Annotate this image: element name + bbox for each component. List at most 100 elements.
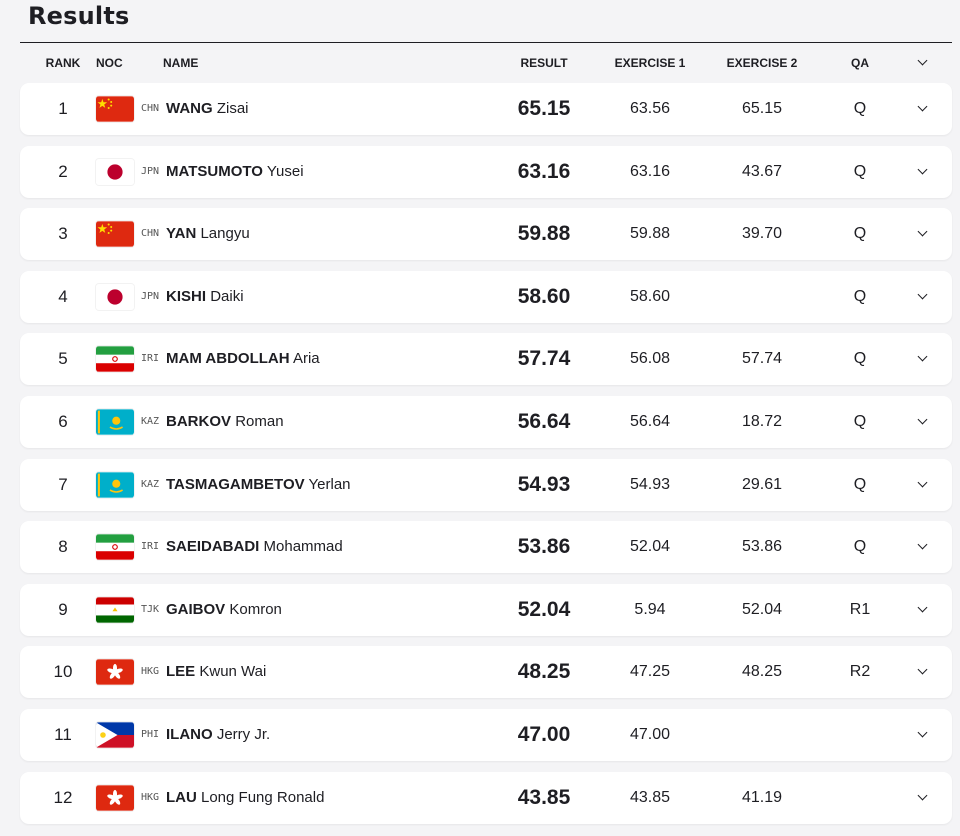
athlete-name[interactable]: WANG Zisai	[166, 100, 249, 117]
table-row[interactable]: 4 JPN KISHI Daiki 58.60 58.60 Q	[20, 270, 952, 323]
expand-row-chevron-down-icon[interactable]	[904, 222, 940, 240]
qa-cell: Q	[853, 100, 867, 117]
result-cell: 57.74	[517, 347, 571, 371]
iran-flag-icon	[96, 534, 134, 560]
header-qa[interactable]: QA	[820, 56, 900, 70]
table-row[interactable]: 7 KAZ TASMAGAMBETOV Yerlan 54.93 54.93 2…	[20, 458, 952, 511]
expand-row-chevron-down-icon[interactable]	[904, 535, 940, 553]
result-cell: 52.04	[517, 597, 571, 621]
expand-row-chevron-down-icon[interactable]	[904, 160, 940, 178]
table-row[interactable]: 8 IRI SAEIDABADI Mohammad 53.86 52.04 53…	[20, 521, 952, 574]
athlete-name[interactable]: LAU Long Fung Ronald	[166, 789, 324, 806]
noc-code: JPN	[141, 290, 160, 302]
athlete-given-name: Jerry Jr.	[216, 726, 271, 743]
exercise-2-cell: 18.72	[741, 413, 783, 430]
expand-row-chevron-down-icon[interactable]	[904, 723, 940, 741]
athlete-surname: ILANO	[166, 726, 213, 743]
expand-row-chevron-down-icon[interactable]	[904, 347, 940, 365]
table-row[interactable]: 1 CHN WANG Zisai 65.15 63.56 65.15 Q	[20, 83, 952, 135]
qa-cell: Q	[853, 287, 867, 305]
table-row[interactable]: 2 JPN MATSUMOTO Yusei 63.16 63.16 43.67 …	[20, 145, 952, 198]
exercise-2-cell: 65.15	[741, 100, 783, 117]
qa-cell: Q	[853, 538, 867, 556]
athlete-name[interactable]: ILANO Jerry Jr.	[166, 726, 270, 743]
table-row[interactable]: 12 HKG LAU Long Fung Ronald 43.85 43.85 …	[20, 771, 952, 824]
athlete-given-name: Zisai	[216, 100, 249, 117]
result-cell: 48.25	[517, 660, 571, 684]
noc-code: PHI	[141, 729, 160, 740]
table-row[interactable]: 5 IRI MAM ABDOLLAH Aria 57.74 56.08 57.7…	[20, 333, 952, 386]
athlete-surname: LEE	[166, 663, 196, 681]
rank-cell: 3	[58, 224, 68, 244]
result-cell: 54.93	[517, 472, 571, 496]
table-row[interactable]: 9 TJK GAIBOV Komron 52.04 5.94 52.04 R1	[20, 583, 952, 636]
expand-row-chevron-down-icon[interactable]	[904, 473, 940, 491]
expand-row-chevron-down-icon[interactable]	[904, 786, 940, 804]
athlete-name[interactable]: BARKOV Roman	[166, 413, 284, 430]
result-cell: 43.85	[517, 785, 571, 809]
athlete-name[interactable]: SAEIDABADI Mohammad	[166, 538, 343, 555]
expand-row-chevron-down-icon[interactable]	[904, 598, 940, 616]
athlete-name[interactable]: GAIBOV Komron	[166, 601, 282, 618]
noc-code: KAZ	[141, 416, 160, 427]
exercise-2-cell: 57.74	[741, 350, 783, 368]
athlete-name[interactable]: YAN Langyu	[166, 225, 250, 242]
title-divider	[20, 42, 952, 43]
rank-cell: 7	[58, 474, 68, 494]
table-row[interactable]: 10 HKG LEE Kwun Wai 48.25 47.25 48.25 R2	[20, 646, 952, 699]
header-rank[interactable]: RANK	[20, 56, 106, 70]
athlete-given-name: Roman	[235, 413, 284, 430]
exercise-1-cell: 56.64	[629, 413, 671, 430]
china-flag-icon	[96, 96, 134, 122]
header-noc[interactable]: NOC	[96, 56, 123, 70]
philippines-flag-icon	[96, 722, 134, 748]
table-row[interactable]: 3 CHN YAN Langyu 59.88 59.88 39.70 Q	[20, 208, 952, 261]
noc-code: KAZ	[141, 478, 160, 490]
kazakhstan-flag-icon	[96, 471, 134, 498]
table-row[interactable]: 6 KAZ BARKOV Roman 56.64 56.64 18.72 Q	[20, 396, 952, 448]
exercise-2-cell: 43.67	[741, 162, 783, 180]
result-cell: 56.64	[517, 410, 571, 433]
header-result[interactable]: RESULT	[490, 56, 598, 70]
japan-flag-icon	[96, 284, 134, 310]
header-exercise-1[interactable]: EXERCISE 1	[598, 56, 702, 70]
athlete-name[interactable]: LEE Kwun Wai	[166, 663, 266, 680]
expand-row-chevron-down-icon[interactable]	[904, 97, 940, 115]
kazakhstan-flag-icon	[96, 409, 134, 435]
noc-code: TJK	[141, 603, 160, 615]
athlete-given-name: Kwun Wai	[199, 663, 267, 681]
hong-kong-flag-icon	[96, 659, 134, 686]
header-exercise-2[interactable]: EXERCISE 2	[702, 56, 822, 70]
header-name[interactable]: NAME	[163, 56, 198, 70]
exercise-1-cell: 63.56	[629, 100, 671, 117]
expand-row-chevron-down-icon[interactable]	[904, 285, 940, 303]
result-cell: 63.16	[517, 159, 571, 183]
athlete-surname: GAIBOV	[166, 600, 226, 618]
expand-row-chevron-down-icon[interactable]	[904, 410, 940, 428]
rank-cell: 1	[58, 99, 68, 118]
rank-cell: 6	[58, 412, 68, 431]
exercise-1-cell: 56.08	[629, 350, 671, 368]
noc-code: HKG	[141, 666, 160, 678]
noc-code: IRI	[141, 541, 160, 553]
athlete-name[interactable]: TASMAGAMBETOV Yerlan	[166, 476, 351, 493]
expand-all-chevron-down-icon[interactable]	[904, 55, 940, 70]
athlete-surname: BARKOV	[166, 413, 232, 430]
rank-cell: 9	[58, 599, 68, 619]
athlete-given-name: Langyu	[200, 225, 250, 243]
athlete-surname: LAU	[166, 788, 197, 806]
athlete-name[interactable]: KISHI Daiki	[166, 288, 244, 305]
exercise-1-cell: 63.16	[629, 162, 671, 180]
expand-row-chevron-down-icon[interactable]	[904, 660, 940, 678]
athlete-given-name: Daiki	[210, 287, 244, 305]
athlete-name[interactable]: MAM ABDOLLAH Aria	[166, 350, 320, 367]
noc-code: HKG	[141, 791, 160, 803]
athlete-name[interactable]: MATSUMOTO Yusei	[166, 163, 304, 180]
noc-code: CHN	[141, 228, 160, 240]
iran-flag-icon	[96, 346, 134, 373]
table-row[interactable]: 11 PHI ILANO Jerry Jr. 47.00 47.00	[20, 709, 952, 761]
rank-cell: 8	[58, 537, 68, 557]
exercise-1-cell: 47.00	[629, 726, 671, 743]
exercise-1-cell: 52.04	[629, 538, 671, 556]
qa-cell: R2	[849, 663, 871, 681]
